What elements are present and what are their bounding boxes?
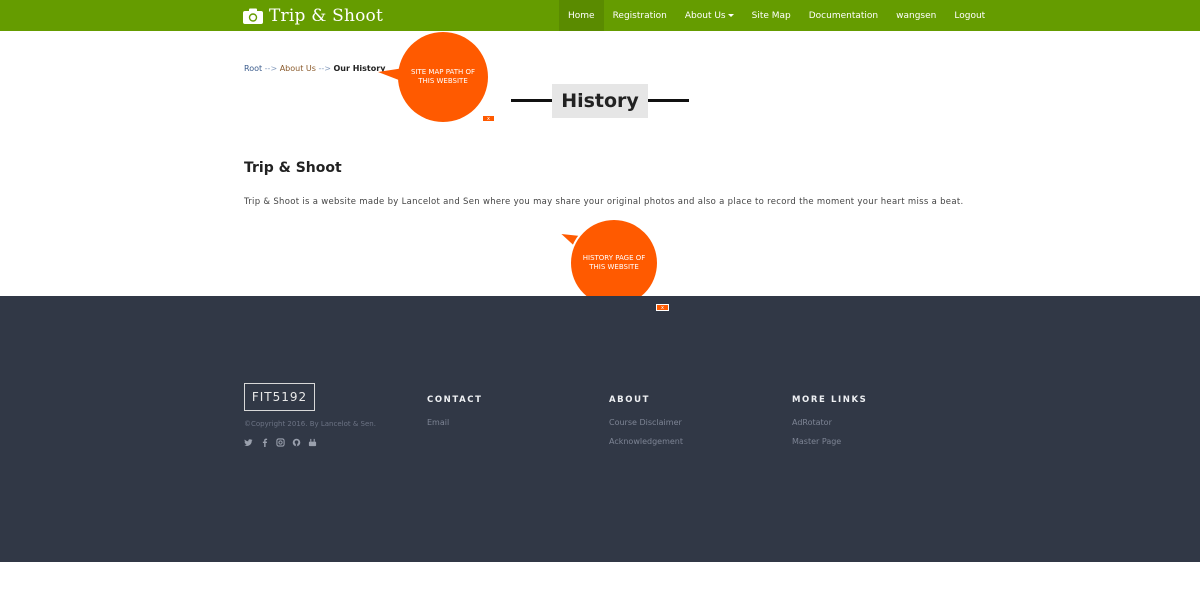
footer: FIT5192 ©Copyright 2016. By Lancelot & S…	[0, 296, 1200, 562]
nav-registration[interactable]: Registration	[604, 0, 676, 31]
facebook-icon[interactable]	[260, 438, 269, 447]
footer-column-title: ABOUT	[609, 395, 650, 405]
twitter-icon[interactable]	[244, 438, 253, 447]
nav-registration-label: Registration	[612, 10, 667, 21]
callout-history-page: HISTORY PAGE OF THIS WEBSITE	[569, 218, 659, 308]
camera-icon	[243, 8, 263, 24]
callout-site-map: SITE MAP PATH OF THIS WEBSITE	[398, 32, 488, 122]
copyright-text: ©Copyright 2016. By Lancelot & Sen.	[244, 420, 376, 428]
footer-link-master-page[interactable]: Master Page	[792, 437, 867, 446]
page-title: History	[552, 84, 648, 118]
nav-site-map[interactable]: Site Map	[743, 0, 800, 31]
section-body: Trip & Shoot is a website made by Lancel…	[244, 197, 964, 207]
footer-column-more-links: MORE LINKS AdRotator Master Page	[792, 395, 867, 456]
main-nav: Home Registration About Us Site Map Docu…	[559, 0, 994, 31]
nav-about-us[interactable]: About Us	[676, 0, 743, 31]
callout-close-button[interactable]: x	[482, 115, 495, 122]
nav-logout-label: Logout	[954, 10, 986, 21]
nav-home[interactable]: Home	[559, 0, 604, 31]
breadcrumb: Root --> About Us --> Our History	[244, 64, 385, 73]
github-icon[interactable]	[292, 438, 301, 447]
social-links	[244, 438, 317, 447]
title-divider-right	[648, 99, 689, 102]
breadcrumb-separator: -->	[318, 64, 331, 73]
top-navbar: Trip & Shoot Home Registration About Us …	[0, 0, 1200, 31]
nav-documentation-label: Documentation	[808, 10, 879, 21]
nav-about-us-label: About Us	[684, 10, 726, 21]
footer-column-title: MORE LINKS	[792, 395, 868, 405]
nav-user-label: wangsen	[896, 10, 937, 21]
footer-link-email[interactable]: Email	[427, 418, 483, 427]
nav-home-label: Home	[568, 10, 595, 21]
nav-user[interactable]: wangsen	[887, 0, 945, 31]
callout-close-button[interactable]: x	[656, 304, 669, 311]
footer-link-acknowledgement[interactable]: Acknowledgement	[609, 437, 683, 446]
footer-column-about: ABOUT Course Disclaimer Acknowledgement	[609, 395, 683, 456]
footer-column-title: CONTACT	[427, 395, 483, 405]
brand-link[interactable]: Trip & Shoot	[243, 4, 383, 28]
caret-down-icon	[727, 14, 734, 17]
brand-title: Trip & Shoot	[269, 6, 384, 26]
callout-text: SITE MAP PATH OF THIS WEBSITE	[410, 68, 476, 85]
section-heading: Trip & Shoot	[244, 160, 342, 176]
footer-column-contact: CONTACT Email	[427, 395, 483, 437]
footer-link-course-disclaimer[interactable]: Course Disclaimer	[609, 418, 683, 427]
callout-text: HISTORY PAGE OF THIS WEBSITE	[582, 254, 646, 271]
nav-logout[interactable]: Logout	[945, 0, 994, 31]
footer-link-adrotator[interactable]: AdRotator	[792, 418, 867, 427]
breadcrumb-separator: -->	[264, 64, 278, 73]
breadcrumb-root[interactable]: Root	[244, 64, 262, 73]
youtube-icon[interactable]	[308, 438, 317, 447]
footer-logo: FIT5192	[244, 383, 315, 411]
breadcrumb-about-us[interactable]: About Us	[280, 64, 316, 73]
nav-documentation[interactable]: Documentation	[800, 0, 887, 31]
title-divider-left	[511, 99, 552, 102]
nav-site-map-label: Site Map	[751, 10, 791, 21]
instagram-icon[interactable]	[276, 438, 285, 447]
